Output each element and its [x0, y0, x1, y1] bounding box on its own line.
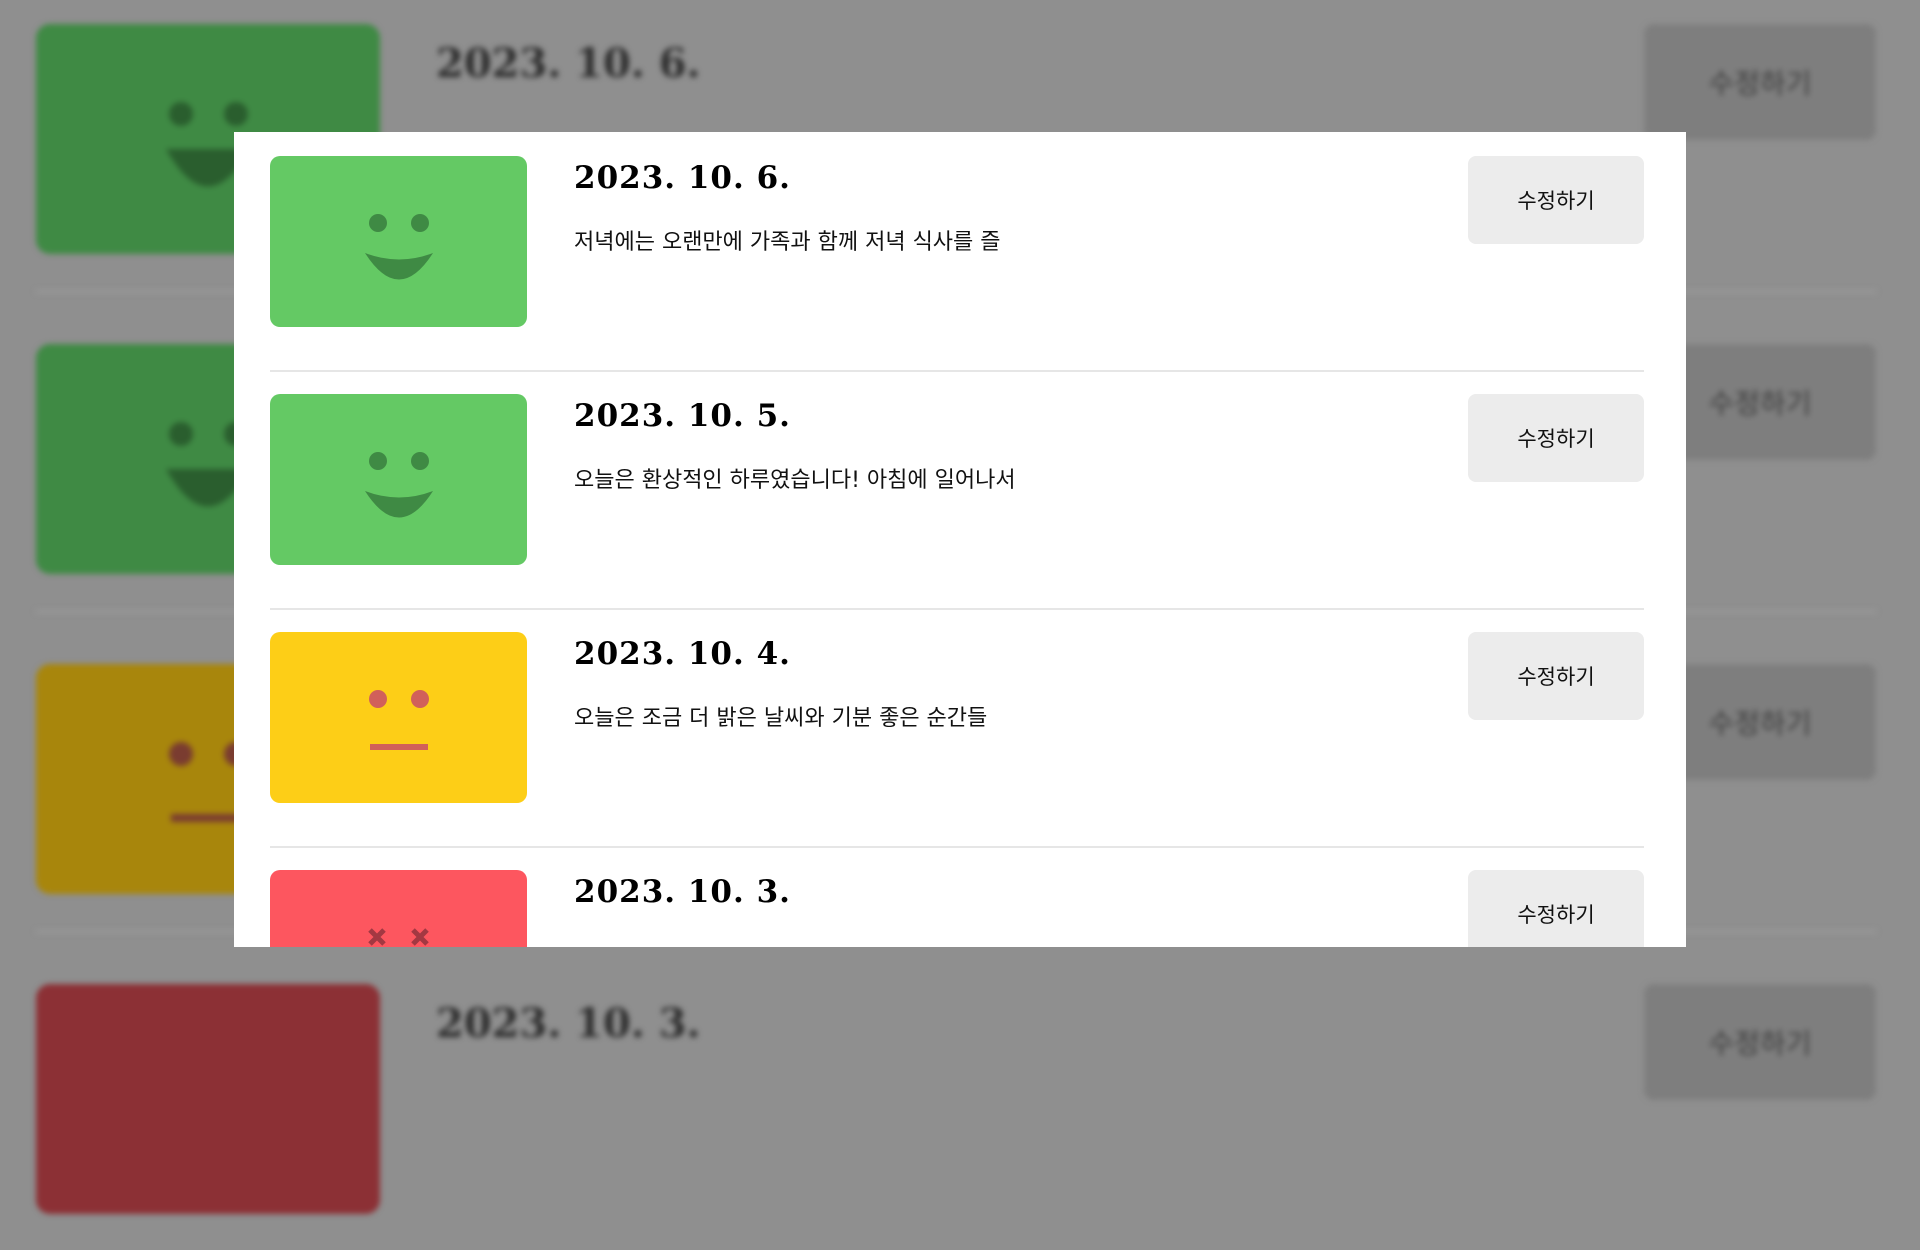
entry-date: 2023. 10. 5.: [574, 398, 791, 434]
diary-entry[interactable]: 2023. 10. 3. 수정하기: [270, 846, 1644, 947]
edit-button[interactable]: 수정하기: [1468, 156, 1644, 244]
smile-icon: [365, 214, 433, 280]
background-date: 2023. 10. 3.: [436, 1000, 701, 1047]
entry-date: 2023. 10. 4.: [574, 636, 791, 672]
background-entry: 2023. 10. 3. 수정하기: [36, 960, 1876, 1250]
emotion-thumb[interactable]: [270, 394, 527, 565]
sad-face-icon: [368, 928, 429, 946]
background-edit-button: 수정하기: [1644, 24, 1876, 140]
emotion-thumb[interactable]: [270, 870, 527, 947]
background-emotion-thumb: [36, 984, 380, 1214]
entry-content: 저녁에는 오랜만에 가족과 함께 저녁 식사를 즐: [574, 230, 1001, 255]
edit-button[interactable]: 수정하기: [1468, 632, 1644, 720]
diary-list-window: 2023. 10. 6. 저녁에는 오랜만에 가족과 함께 저녁 식사를 즐 수…: [234, 132, 1686, 947]
diary-entry[interactable]: 2023. 10. 4. 오늘은 조금 더 밝은 날씨와 기분 좋은 순간들 수…: [270, 608, 1644, 848]
entry-date: 2023. 10. 3.: [574, 874, 791, 910]
emotion-thumb[interactable]: [270, 632, 527, 803]
diary-entry[interactable]: 2023. 10. 6. 저녁에는 오랜만에 가족과 함께 저녁 식사를 즐 수…: [270, 132, 1644, 372]
entry-content: 오늘은 조금 더 밝은 날씨와 기분 좋은 순간들: [574, 706, 988, 731]
edit-button[interactable]: 수정하기: [1468, 870, 1644, 947]
smile-icon: [365, 452, 433, 518]
background-edit-button: 수정하기: [1644, 984, 1876, 1100]
diary-entry[interactable]: 2023. 10. 5. 오늘은 환상적인 하루였습니다! 아침에 일어나서 수…: [270, 370, 1644, 610]
edit-button[interactable]: 수정하기: [1468, 394, 1644, 482]
emotion-thumb[interactable]: [270, 156, 527, 327]
background-date: 2023. 10. 6.: [436, 40, 701, 87]
entry-date: 2023. 10. 6.: [574, 160, 791, 196]
neutral-face-icon: [369, 690, 429, 750]
entry-content: 오늘은 환상적인 하루였습니다! 아침에 일어나서: [574, 468, 1016, 493]
